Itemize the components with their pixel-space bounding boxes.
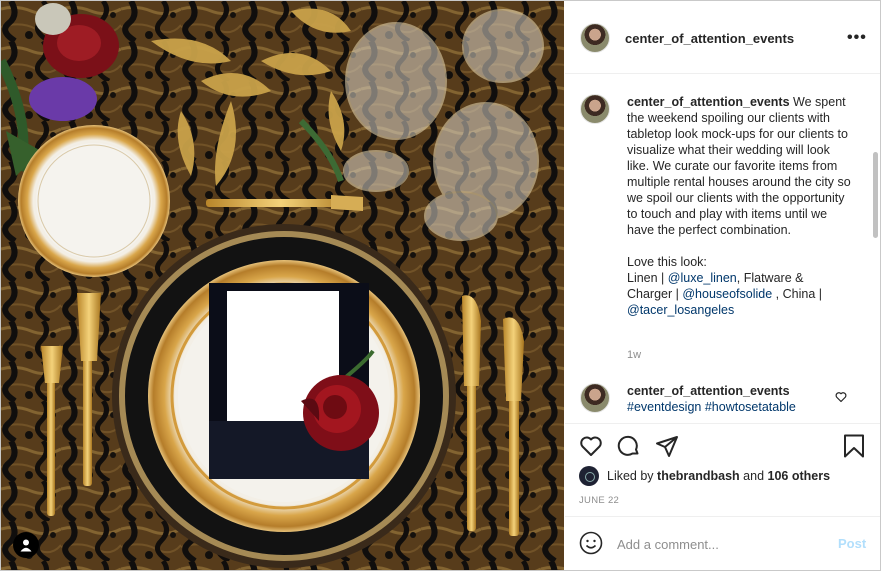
share-direct-icon[interactable] bbox=[655, 434, 679, 461]
post-comment-button[interactable]: Post bbox=[838, 536, 866, 551]
comment-avatar[interactable] bbox=[580, 383, 610, 413]
header-username[interactable]: center_of_attention_events bbox=[625, 31, 794, 46]
add-comment-bar: Post bbox=[565, 516, 880, 571]
user-tag-icon[interactable] bbox=[13, 532, 39, 558]
post-date[interactable]: JUNE 22 bbox=[579, 495, 619, 506]
likes-text: Liked by thebrandbash and 106 others bbox=[607, 469, 830, 483]
caption-timestamp[interactable]: 1w bbox=[627, 349, 641, 361]
mention-houseofsolide[interactable]: @houseofsolide bbox=[682, 287, 772, 301]
comment-bubble-icon[interactable] bbox=[617, 434, 641, 461]
post-side-panel: center_of_attention_events ••• center_of… bbox=[565, 1, 880, 570]
comment-like-heart-icon[interactable] bbox=[835, 390, 847, 406]
likes-prefix: Liked by bbox=[607, 469, 658, 483]
caption-avatar[interactable] bbox=[580, 94, 610, 124]
more-horizontal-icon[interactable]: ••• bbox=[847, 29, 867, 47]
mention-tacer-losangeles[interactable]: @tacer_losangeles bbox=[627, 303, 734, 317]
emoji-icon[interactable] bbox=[579, 531, 603, 558]
like-heart-icon[interactable] bbox=[579, 434, 603, 461]
caption-linen-label: Linen | bbox=[627, 271, 668, 285]
caption-username[interactable]: center_of_attention_events bbox=[627, 95, 790, 109]
comment-username[interactable]: center_of_attention_events bbox=[627, 384, 790, 398]
liker-avatar[interactable] bbox=[579, 466, 599, 486]
save-bookmark-icon[interactable] bbox=[843, 434, 865, 461]
likes-user[interactable]: thebrandbash bbox=[657, 469, 740, 483]
caption-love-line: Love this look: bbox=[627, 255, 707, 269]
comments-list: center_of_attention_events We spent the … bbox=[565, 74, 880, 423]
comments-scrollbar[interactable] bbox=[873, 152, 878, 238]
tabletop-image bbox=[1, 1, 564, 570]
likes-middle: and bbox=[739, 469, 768, 483]
post-photo[interactable] bbox=[1, 1, 564, 570]
caption-china-label: , China | bbox=[772, 287, 823, 301]
likes-others[interactable]: 106 others bbox=[768, 469, 831, 483]
comment-hashtags[interactable]: #eventdesign #howtosetatable bbox=[627, 400, 796, 414]
mention-luxe-linen[interactable]: @luxe_linen bbox=[668, 271, 737, 285]
likes-summary[interactable]: Liked by thebrandbash and 106 others bbox=[579, 465, 830, 487]
avatar[interactable] bbox=[580, 23, 610, 53]
post-header: center_of_attention_events ••• bbox=[565, 1, 880, 74]
caption-body: We spent the weekend spoiling our client… bbox=[627, 95, 851, 237]
post-actions bbox=[565, 423, 880, 464]
add-comment-input[interactable] bbox=[617, 534, 817, 554]
caption-text: center_of_attention_events We spent the … bbox=[627, 94, 852, 318]
